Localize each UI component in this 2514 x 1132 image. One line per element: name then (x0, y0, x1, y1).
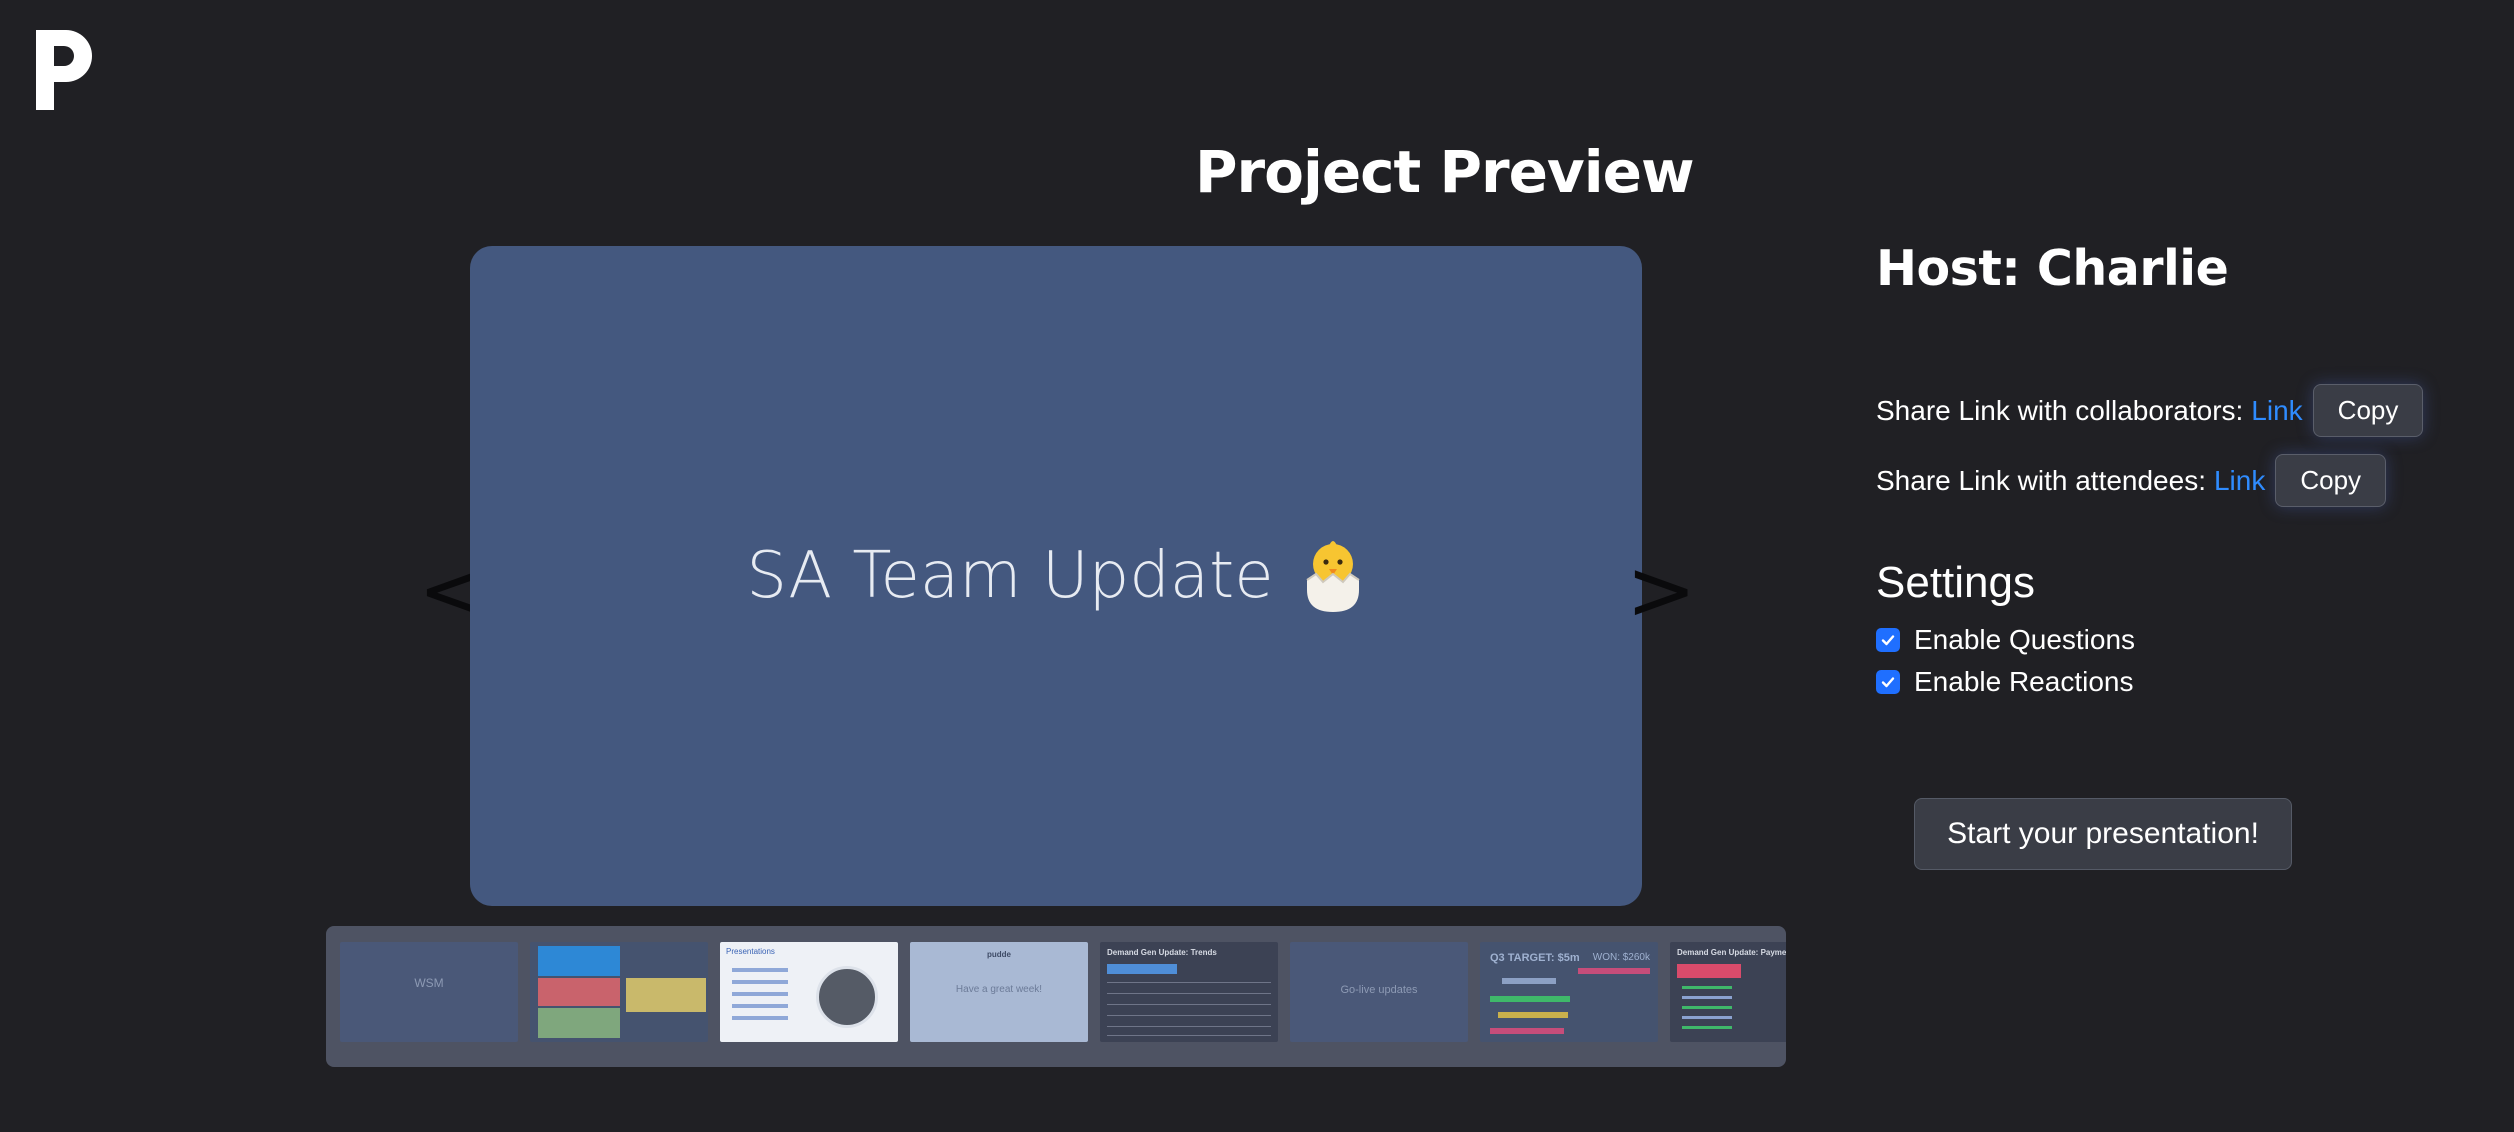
thumbnail-bullets (732, 968, 788, 972)
thumbnail-bullets (1682, 986, 1732, 989)
thumbnail-metric (1498, 1012, 1568, 1018)
copy-attendee-link-button[interactable]: Copy (2275, 454, 2387, 507)
slide-thumbnail[interactable] (530, 942, 708, 1042)
thumbnail-title: Demand Gen Update: Payment Acc (1677, 948, 1786, 957)
thumbnail-block (538, 946, 620, 976)
slide-thumbnail[interactable]: Go-live updates (1290, 942, 1468, 1042)
slide-title: SA Team Update (746, 538, 1365, 614)
start-presentation-button[interactable]: Start your presentation! (1914, 798, 2292, 870)
p-logo-icon[interactable] (36, 30, 92, 110)
thumbnail-title: WSM (414, 976, 444, 990)
enable-reactions-label: Enable Reactions (1914, 666, 2134, 697)
enable-questions-option[interactable]: Enable Questions (1876, 624, 2135, 656)
attendee-share-label: Share Link with attendees: (1876, 464, 2206, 496)
enable-reactions-checkbox[interactable] (1876, 670, 1900, 694)
slide-thumbnail-strip[interactable]: WSM Presentations pudde Have a great wee… (326, 926, 1786, 1067)
collaborator-link[interactable]: Link (2251, 395, 2302, 427)
hatching-chick-icon (1306, 541, 1360, 612)
thumbnail-block (538, 978, 620, 1006)
copy-collaborator-link-button[interactable]: Copy (2312, 384, 2424, 437)
thumbnail-block (538, 1008, 620, 1038)
settings-title: Settings (1876, 558, 2035, 607)
thumbnail-highlight (1107, 964, 1177, 974)
enable-questions-checkbox[interactable] (1876, 628, 1900, 652)
page-title: Project Preview (1195, 138, 1695, 206)
checkmark-icon (1881, 635, 1895, 646)
attendee-share-row: Share Link with attendees: Link Copy (1876, 454, 2387, 507)
slide-title-text: SA Team Update (746, 539, 1274, 613)
thumbnail-metric (1578, 968, 1650, 974)
thumbnail-table (1107, 982, 1271, 1036)
collaborator-share-label: Share Link with collaborators: (1876, 394, 2244, 426)
thumbnail-metric (1490, 1028, 1564, 1034)
slide-thumbnail[interactable]: WSM (340, 942, 518, 1042)
thumbnail-metric (1490, 996, 1570, 1002)
thumbnail-subtitle: Have a great week! (955, 984, 1043, 995)
thumbnail-title: pudde (987, 950, 1011, 959)
thumbnail-title: Go-live updates (1340, 984, 1418, 996)
enable-reactions-option[interactable]: Enable Reactions (1876, 666, 2133, 698)
presentation-settings-panel: Host: Charlie Share Link with collaborat… (1876, 240, 2476, 870)
attendee-link[interactable]: Link (2214, 465, 2265, 497)
thumbnail-metric (1502, 978, 1556, 984)
thumbnail-title: Q3 TARGET: $5m (1490, 952, 1580, 964)
thumbnail-subtitle: WON: $260k (1592, 952, 1650, 963)
enable-questions-label: Enable Questions (1914, 624, 2136, 655)
host-title: Host: Charlie (1876, 240, 2229, 297)
slide-thumbnail[interactable]: Q3 TARGET: $5m WON: $260k (1480, 942, 1658, 1042)
checkmark-icon (1881, 677, 1895, 688)
slide-thumbnail[interactable]: pudde Have a great week! (910, 942, 1088, 1042)
slide-thumbnail[interactable]: Demand Gen Update: Payment Acc (1670, 942, 1786, 1042)
thumbnail-title: Presentations (726, 947, 775, 956)
slide-preview: SA Team Update (470, 246, 1642, 906)
slide-thumbnail[interactable]: Presentations (720, 942, 898, 1042)
thumbnail-highlight (1677, 964, 1741, 978)
slide-thumbnail[interactable]: Demand Gen Update: Trends (1100, 942, 1278, 1042)
thumbnail-title: Demand Gen Update: Trends (1107, 948, 1217, 957)
thumbnail-block (626, 978, 706, 1012)
avatar (816, 966, 878, 1028)
collaborator-share-row: Share Link with collaborators: Link Copy (1876, 384, 2424, 437)
next-slide-button[interactable]: > (1626, 548, 1696, 632)
